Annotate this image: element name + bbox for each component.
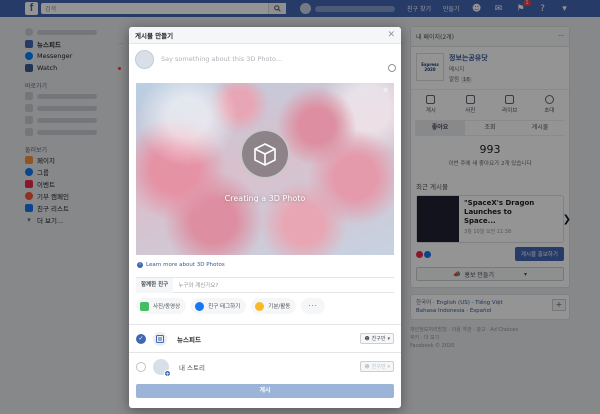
chip-label: 친구 태그하기	[208, 304, 241, 310]
feeling-emoji-icon	[255, 301, 265, 311]
chip-label: 기분/활동	[268, 304, 291, 310]
photo-preview: ✕ Creating a 3D Photo	[136, 83, 394, 255]
remove-photo-icon[interactable]: ✕	[382, 86, 389, 95]
3d-processing-indicator	[240, 129, 290, 179]
emoji-icon[interactable]	[388, 64, 396, 72]
feeling-activity-button[interactable]: 기분/활동	[251, 298, 297, 314]
chevron-down-icon: ▾	[387, 363, 390, 370]
story-avatar: +	[153, 358, 171, 378]
dialog-title: 게시물 만들기	[135, 32, 174, 40]
close-icon[interactable]: ✕	[387, 30, 395, 40]
chevron-down-icon: ▾	[387, 335, 390, 342]
3d-cube-icon	[254, 143, 276, 166]
avatar	[135, 49, 154, 69]
tag-friends-label: 함께한 친구	[136, 277, 174, 293]
creating-3d-label: Creating a 3D Photo	[224, 194, 306, 203]
audience-label: 친구만	[371, 364, 386, 370]
post-button[interactable]: 게시	[136, 384, 394, 398]
audience-selector[interactable]: ☻ 친구만 ▾	[360, 333, 394, 344]
photo-icon	[140, 301, 149, 311]
composer-options: 사진/동영상 친구 태그하기 기분/활동 ···	[136, 298, 330, 314]
news-feed-icon	[153, 331, 167, 346]
tag-friends-row: 함께한 친구 누구와 계신가요?	[136, 277, 394, 293]
learn-more-link[interactable]: i Learn more about 3D Photos	[137, 262, 225, 268]
friends-icon: ☻	[364, 363, 370, 370]
audience-label: 친구만	[371, 336, 386, 342]
chip-label: 사진/동영상	[153, 304, 181, 310]
more-options-button[interactable]: ···	[301, 298, 326, 314]
destination-label: 뉴스피드	[177, 335, 201, 344]
friends-icon: ☻	[364, 335, 370, 342]
tag-friends-button[interactable]: 친구 태그하기	[191, 298, 247, 314]
learn-more-label: Learn more about 3D Photos	[146, 262, 225, 268]
info-icon: i	[137, 262, 143, 268]
destination-label: 내 스토리	[179, 363, 205, 372]
photo-video-button[interactable]: 사진/동영상	[136, 298, 187, 314]
tag-friends-input[interactable]: 누구와 계신가요?	[178, 281, 218, 289]
destination-news-feed[interactable]: ✓ 뉴스피드 ☻ 친구만 ▾	[129, 324, 401, 352]
news-feed-checkbox[interactable]: ✓	[136, 333, 146, 344]
composer: Say something about this 3D Photo...	[129, 44, 401, 74]
audience-selector-disabled: ☻ 친구만 ▾	[360, 361, 394, 372]
plus-icon: +	[164, 369, 171, 378]
composer-input[interactable]: Say something about this 3D Photo...	[161, 55, 282, 63]
dialog-header: 게시물 만들기 ✕	[129, 27, 401, 44]
create-post-dialog: 게시물 만들기 ✕ Say something about this 3D Ph…	[129, 27, 401, 408]
destination-story[interactable]: + 내 스토리 ☻ 친구만 ▾	[129, 352, 401, 380]
story-checkbox[interactable]	[136, 361, 146, 372]
tag-person-icon	[195, 301, 205, 311]
